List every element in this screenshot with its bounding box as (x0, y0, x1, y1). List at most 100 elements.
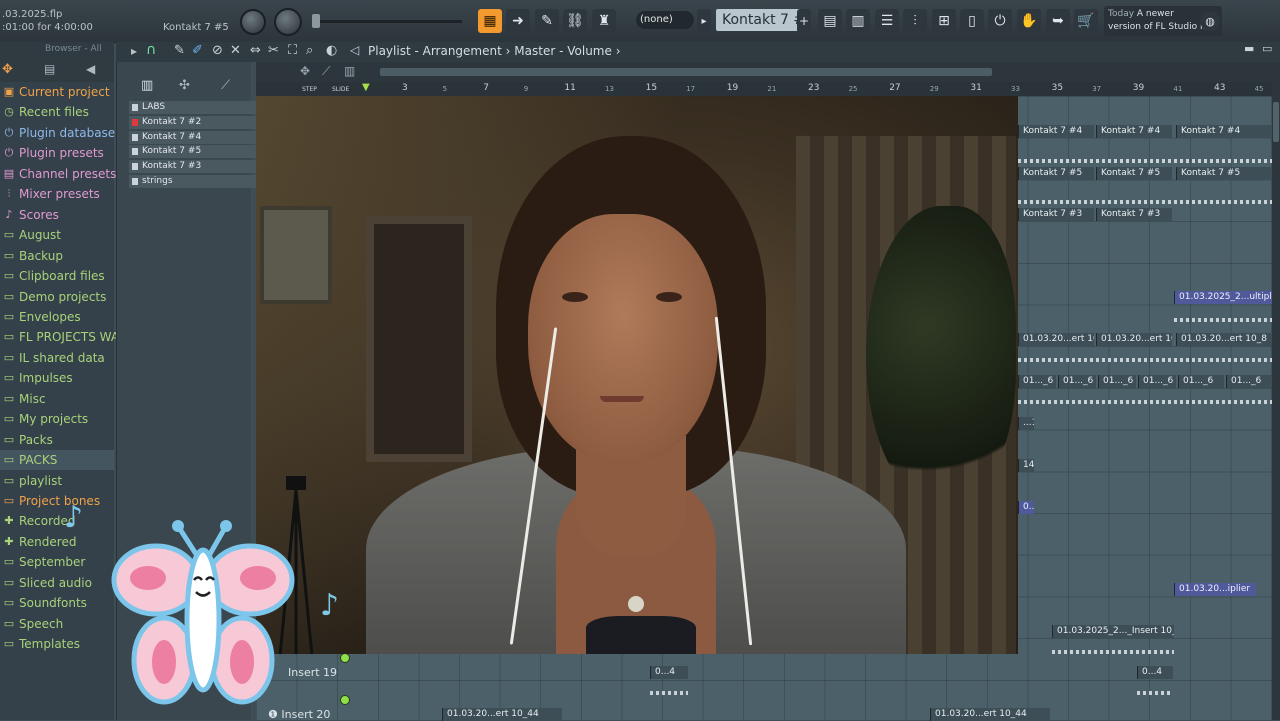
playback-tool-icon[interactable]: ◐ (326, 43, 337, 58)
overview-curve-icon[interactable]: ⟋ (322, 64, 330, 79)
playlist-icon[interactable]: ▤ (818, 9, 842, 33)
mixer-icon[interactable]: ⫶ (903, 9, 927, 33)
browser-item[interactable]: ✚ Rendered (0, 532, 114, 552)
position-slider-handle[interactable] (312, 14, 320, 28)
clip-six[interactable]: 01..._6 (1058, 375, 1096, 388)
browser-item[interactable]: ▭ Impulses (0, 368, 114, 388)
delete-tool-icon[interactable]: ⊘ (212, 43, 223, 58)
browser-arrows-icon[interactable]: ✥ (2, 62, 13, 77)
clip-insert-10-32[interactable]: 01.03.2025_2..._Insert 10_32 (1052, 625, 1174, 638)
clip-ert-10-8[interactable]: 01.03.20...ert 10_8 (1096, 333, 1172, 346)
browser-item[interactable]: ▭ playlist (0, 471, 114, 491)
paint-tool-icon[interactable]: ✐ (192, 43, 203, 58)
plugin-picker-icon[interactable]: ⊞ (932, 9, 956, 33)
browser-item[interactable]: ▭ Project bones (0, 491, 114, 511)
clip-four[interactable]: 0...4 (1137, 666, 1173, 679)
browser-item[interactable]: ▭ My projects (0, 409, 114, 429)
playlist-menu-icon[interactable]: ▸ (131, 44, 137, 58)
browser-item[interactable]: ▭ Templates (0, 634, 114, 654)
browser-item[interactable]: ▭ Sliced audio (0, 573, 114, 593)
link-icon[interactable]: ⛓ (563, 9, 587, 33)
track-insert-20-led[interactable] (340, 695, 350, 705)
pattern-select[interactable]: (none) (636, 11, 694, 29)
browser-item[interactable]: ▭ September (0, 552, 114, 572)
maximize-icon[interactable]: ▭ (1262, 42, 1272, 55)
clip-ert-10-8[interactable]: 01.03.20...ert 10_8 (1018, 333, 1094, 346)
clip-six[interactable]: 01..._6 (1098, 375, 1136, 388)
clip-ert-10-44[interactable]: 01.03.20...ert 10_44 (442, 708, 562, 721)
clip-kontakt-5[interactable]: Kontakt 7 #5 (1096, 167, 1172, 180)
browser-item[interactable]: ▭ Demo projects (0, 287, 114, 307)
browser-item[interactable]: ▭ PACKS (0, 450, 114, 471)
browser-item[interactable]: ▭ Clipboard files (0, 266, 114, 286)
song-position-marker[interactable]: ▼ (362, 82, 370, 93)
arrow-right-icon[interactable]: ➜ (506, 9, 530, 33)
browser-item[interactable]: ✚ Recorded (0, 511, 114, 531)
globe-icon[interactable]: ◍ (1200, 11, 1220, 31)
clip-kontakt-3[interactable]: Kontakt 7 #3 (1096, 208, 1172, 221)
browser-item[interactable]: ⫶ Mixer presets (0, 184, 114, 204)
typing-keyboard-icon[interactable]: ▦ (478, 9, 502, 33)
clip-six[interactable]: 01..._6 (1178, 375, 1224, 388)
export-icon[interactable]: ➥ (1046, 9, 1070, 33)
browser-item[interactable]: ⏻ Plugin database (0, 123, 116, 143)
file-icon[interactable]: ▯ (960, 9, 984, 33)
browser-item[interactable]: ▭ IL shared data (0, 348, 114, 368)
browser-files-icon[interactable]: ▤ (44, 62, 55, 76)
clip-six[interactable]: 01..._6 (1226, 375, 1272, 388)
magnet-icon[interactable]: ∩ (146, 42, 156, 58)
clip-six[interactable]: 01..._6 (1018, 375, 1056, 388)
picker-piano-icon[interactable]: ▥ (141, 78, 153, 93)
clip-dotr[interactable]: 0...r (1018, 501, 1034, 514)
browser-item[interactable]: ⏻ Plugin presets (0, 143, 114, 163)
browser-item[interactable]: ◷ Recent files (0, 102, 114, 122)
slice-tool-icon[interactable]: ✂ (268, 43, 279, 58)
mute-tool-icon[interactable]: ✕ (230, 43, 241, 58)
clip-kontakt-4[interactable]: Kontakt 7 #4 (1096, 125, 1172, 138)
touch-controller-icon[interactable]: ✋ (1017, 9, 1041, 33)
clip-ert-10-8[interactable]: 01.03.20...ert 10_8 (1176, 333, 1272, 346)
timeline-ruler[interactable]: STEP SLIDE ▼ (256, 82, 1272, 96)
zoom-tool-icon[interactable]: ⌕ (306, 43, 313, 58)
master-pitch-knob[interactable] (274, 8, 302, 36)
picker-automation-icon[interactable]: ⟋ (221, 78, 230, 93)
slip-tool-icon[interactable]: ⇔ (250, 43, 261, 58)
vertical-scroll-thumb[interactable] (1273, 102, 1279, 142)
clip-kontakt-5[interactable]: Kontakt 7 #5 (1018, 167, 1094, 180)
browser-item[interactable]: ♪ Scores (0, 205, 114, 225)
clip-four[interactable]: 0...4 (650, 666, 688, 679)
plug-icon[interactable]: ⏻ (988, 9, 1012, 33)
browser-item[interactable]: ▭ FL PROJECTS WAV (0, 327, 127, 347)
browser-speaker-icon[interactable]: ◀ (86, 62, 95, 76)
position-slider[interactable] (312, 14, 462, 28)
cart-icon[interactable]: 🛒 (1074, 9, 1098, 33)
track-insert-19-led[interactable] (340, 653, 350, 663)
clip-six[interactable]: 01..._6 (1138, 375, 1176, 388)
prev-pattern-icon[interactable]: ▸ (697, 9, 711, 33)
minimize-icon[interactable]: ▬ (1244, 42, 1254, 55)
browser-item[interactable]: ▭ Backup (0, 246, 114, 266)
clip-ert-10-44[interactable]: 01.03.20...ert 10_44 (930, 708, 1050, 721)
clip-multiplier[interactable]: 01.03.2025_2...ultiplier (1174, 291, 1272, 304)
browser-item[interactable]: ▭ Misc (0, 389, 114, 409)
select-tool-icon[interactable]: ⛶ (288, 43, 297, 58)
overview-keys-icon[interactable]: ▥ (344, 64, 355, 78)
browser-item[interactable]: ▭ Envelopes (0, 307, 114, 327)
browser-item[interactable]: ▭ August (0, 225, 114, 245)
vertical-scrollbar[interactable] (1272, 82, 1280, 720)
browser-item[interactable]: ▤ Channel presets (0, 164, 117, 184)
master-volume-knob[interactable] (240, 9, 266, 35)
clip-kontakt-4[interactable]: Kontakt 7 #4 (1018, 125, 1094, 138)
speaker-icon[interactable]: ◁ (350, 43, 359, 57)
playlist-overview-bar[interactable]: ✥ ⟋ ▥ (256, 62, 1280, 82)
clip-kontakt-3[interactable]: Kontakt 7 #3 (1018, 208, 1094, 221)
tempo-icon[interactable]: ♜ (592, 9, 616, 33)
overview-tool-icon[interactable]: ✥ (300, 64, 310, 78)
browser-item[interactable]: ▣ Current project (0, 82, 114, 102)
picker-wave-icon[interactable]: ✣ (179, 78, 190, 93)
browser-item[interactable]: ▭ Soundfonts (0, 593, 114, 613)
piano-roll-icon[interactable]: ▥ (846, 9, 870, 33)
clip-fourteen[interactable]: 14 (1018, 459, 1034, 472)
pattern-name-display[interactable]: Kontakt 7 #2 (716, 9, 802, 31)
channel-rack-icon[interactable]: ☰ (875, 9, 899, 33)
